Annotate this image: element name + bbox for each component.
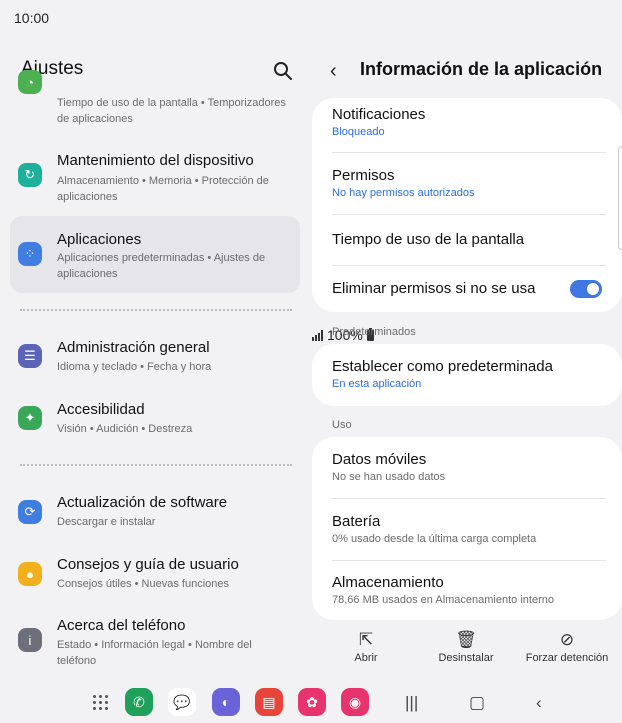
settings-item-title: Consejos y guía de usuario [57,556,239,573]
device-care-icon: ↻ [18,163,42,187]
permissions-value: No hay permisos autorizados [332,187,475,199]
storage-value: 78,66 MB usados en Almacenamiento intern… [332,594,554,606]
uninstall-label: Desinstalar [438,652,494,664]
permissions-row[interactable]: Permisos No hay permisos autorizados [332,167,602,199]
section-divider [20,309,292,311]
back-arrow-icon[interactable]: ‹ [330,60,337,83]
settings-item-title: Actualización de software [57,494,228,511]
storage-title: Almacenamiento [332,574,444,591]
section-divider [20,464,292,466]
uninstall-button[interactable]: 🗑 Desinstalar [421,630,511,664]
notifications-row[interactable]: Notificaciones Bloqueado [332,106,602,138]
settings-item-accessibility[interactable]: ✦ Accesibilidad Visión • Audición • Dest… [10,396,300,440]
usage-section-header: Uso [332,419,352,431]
set-default-value: En esta aplicación [332,378,422,390]
internet-app-icon[interactable]: ◐ [212,688,240,716]
settings-item-subtitle: Estado • Información legal • Nombre del … [57,639,252,667]
page-title: Información de la aplicación [360,59,603,79]
bulb-icon: ● [18,562,42,586]
defaults-card: Establecer como predeterminada En esta a… [312,344,622,406]
settings-pane: Ajustes ◔ Tiempo de uso de la pantalla •… [0,36,310,686]
notes-app-icon[interactable]: ▤ [255,688,283,716]
edge-panel-handle[interactable] [618,146,622,250]
settings-item-subtitle: Idioma y teclado • Fecha y hora [57,361,212,373]
settings-item-subtitle: Descargar e instalar [57,516,156,528]
open-button[interactable]: ⇱ Abrir [321,630,411,664]
row-divider [332,560,606,561]
messages-app-icon[interactable]: 💬 [168,688,196,716]
settings-item-title: Administración general [57,339,210,356]
screen-time-title: Tiempo de uso de la pantalla [332,231,525,248]
mobile-data-value: No se han usado datos [332,471,446,483]
open-label: Abrir [354,652,378,664]
remove-permissions-toggle[interactable] [570,280,602,298]
home-button[interactable]: ▢ [469,693,485,713]
settings-item-subtitle: Tiempo de uso de la pantalla • Temporiza… [57,97,286,125]
permissions-title: Permisos [332,167,395,184]
search-icon[interactable] [272,60,294,82]
app-drawer-icon[interactable] [93,695,109,711]
recents-button[interactable]: ||| [405,693,418,713]
app-actions-bar: ⇱ Abrir 🗑 Desinstalar ⊘ Forzar detención [312,630,622,675]
block-icon: ⊘ [559,630,575,649]
taskbar: ✆ 💬 ◐ ▤ ✿ ◉ ||| ▢ ‹ [0,686,622,723]
settings-item-device-care[interactable]: ↻ Mantenimiento del dispositivo Almacena… [10,144,300,206]
gallery-app-icon[interactable]: ✿ [298,688,326,716]
settings-item-subtitle: Visión • Audición • Destreza [57,423,193,435]
mobile-data-row[interactable]: Datos móviles No se han usado datos [332,451,602,483]
settings-item-general-management[interactable]: ☰ Administración general Idioma y teclad… [10,334,300,378]
software-update-icon: ⟳ [18,500,42,524]
camera-app-icon[interactable]: ◉ [341,688,369,716]
app-info-pane: ‹ Información de la aplicación Notificac… [312,36,622,686]
notifications-title: Notificaciones [332,106,426,123]
settings-item-apps[interactable]: ⁘ Aplicaciones Aplicaciones predetermina… [10,216,300,293]
row-divider [332,498,606,499]
settings-item-title: Accesibilidad [57,401,145,418]
defaults-section-header: Predeterminados [332,326,416,338]
phone-app-icon[interactable]: ✆ [125,688,153,716]
settings-item-tips[interactable]: ● Consejos y guía de usuario Consejos út… [10,551,300,595]
row-divider [332,214,606,215]
back-button[interactable]: ‹ [536,693,542,713]
storage-row[interactable]: Almacenamiento 78,66 MB usados en Almace… [332,574,602,606]
force-stop-button[interactable]: ⊘ Forzar detención [522,630,612,664]
apps-icon: ⁘ [18,242,42,266]
row-divider [332,265,606,266]
status-bar: 10:00 100% [0,0,622,343]
set-default-row[interactable]: Establecer como predeterminada En esta a… [332,358,602,390]
notifications-value: Bloqueado [332,126,385,138]
settings-item-subtitle: Almacenamiento • Memoria • Protección de… [57,175,269,203]
battery-title: Batería [332,513,381,530]
accessibility-icon: ✦ [18,406,42,430]
digital-wellbeing-icon: ◔ [18,70,42,94]
screen-time-row[interactable]: Tiempo de uso de la pantalla [332,231,602,248]
force-stop-label: Forzar detención [525,652,609,664]
set-default-title: Establecer como predeterminada [332,358,553,375]
settings-item-title: Aplicaciones [57,231,142,248]
row-divider [332,152,606,153]
battery-row[interactable]: Batería 0% usado desde la última carga c… [332,513,602,545]
status-time: 10:00 [14,10,50,26]
info-icon: i [18,628,42,652]
settings-item-about-phone[interactable]: i Acerca del teléfono Estado • Informaci… [10,612,300,674]
battery-value: 0% usado desde la última carga completa [332,533,537,545]
settings-item-title: Mantenimiento del dispositivo [57,152,254,169]
settings-item-digital-wellbeing[interactable]: ◔ Tiempo de uso de la pantalla • Tempori… [10,70,300,130]
settings-item-software-update[interactable]: ⟳ Actualización de software Descargar e … [10,489,300,533]
remove-permissions-title: Eliminar permisos si no se usa [332,280,536,297]
mobile-data-title: Datos móviles [332,451,427,468]
open-external-icon: ⇱ [358,630,374,649]
settings-item-subtitle: Aplicaciones predeterminadas • Ajustes d… [57,252,266,280]
remove-permissions-row[interactable]: Eliminar permisos si no se usa [332,280,602,297]
app-info-card: Notificaciones Bloqueado Permisos No hay… [312,98,622,312]
settings-item-subtitle: Consejos útiles • Nuevas funciones [57,578,229,590]
usage-card: Datos móviles No se han usado datos Bate… [312,437,622,620]
settings-item-title: Acerca del teléfono [57,617,186,634]
trash-icon: 🗑 [455,630,477,649]
sliders-icon: ☰ [18,344,42,368]
